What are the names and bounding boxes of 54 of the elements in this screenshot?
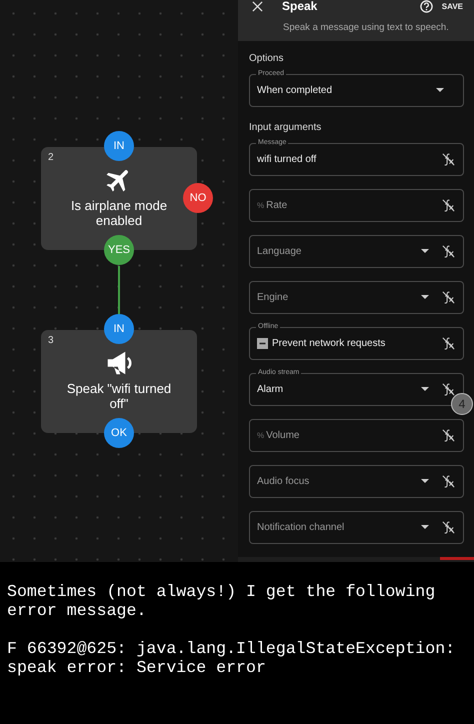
function-off-icon[interactable] xyxy=(441,428,456,443)
percent-prefix: % xyxy=(257,430,264,440)
node-title: Speak "wifi turned off" xyxy=(66,381,172,411)
field-placeholder: Engine xyxy=(257,292,288,303)
caret-icon xyxy=(421,479,429,484)
section-heading: Options xyxy=(249,52,284,64)
section-heading: Input arguments xyxy=(249,122,322,133)
function-off-icon[interactable] xyxy=(441,290,456,305)
function-off-icon[interactable] xyxy=(441,152,456,167)
caret-icon xyxy=(421,249,429,254)
help-icon[interactable] xyxy=(420,0,433,12)
checkbox-label: Prevent network requests xyxy=(272,338,386,349)
dropdown-field[interactable]: Notification channel xyxy=(249,510,464,544)
dropdown-field[interactable]: Engine xyxy=(249,280,464,314)
field-value: wifi turned off xyxy=(257,154,316,165)
post-text: Sometimes (not always!) I get the following error message. xyxy=(7,582,436,620)
panel-subtitle: Speak a message using text to speech. xyxy=(283,22,450,33)
function-off-icon[interactable] xyxy=(441,198,456,213)
port-button[interactable]: IN xyxy=(104,314,134,344)
port-button[interactable]: NO xyxy=(183,183,213,213)
field-placeholder: Audio focus xyxy=(257,476,310,487)
node-number: 2 xyxy=(48,152,54,163)
accent-bar xyxy=(440,556,474,560)
caret-icon xyxy=(421,387,429,392)
close-icon[interactable] xyxy=(252,0,263,12)
dropdown-field[interactable]: Language xyxy=(249,234,464,268)
caret-icon xyxy=(436,88,444,92)
checkbox[interactable] xyxy=(257,338,268,349)
node-number: 3 xyxy=(48,335,54,346)
save-button[interactable]: SAVE xyxy=(442,2,463,10)
port-button[interactable]: YES xyxy=(104,235,134,265)
caret-icon xyxy=(421,295,429,300)
port-button[interactable]: IN xyxy=(104,131,134,161)
field-placeholder: Notification channel xyxy=(257,522,344,533)
text-field[interactable]: % Volume xyxy=(249,418,464,452)
text-field[interactable]: % Rate xyxy=(249,188,464,222)
dropdown-field[interactable]: Audio focus xyxy=(249,464,464,498)
field-value: When completed xyxy=(257,84,332,96)
panel-title: Speak xyxy=(282,0,318,12)
function-off-icon[interactable] xyxy=(441,244,456,259)
field-value: Alarm xyxy=(257,384,284,395)
field-placeholder: Language xyxy=(257,246,302,257)
field-placeholder: Rate xyxy=(266,200,288,211)
field-placeholder: Volume xyxy=(266,430,300,441)
post-text: F 66392@625: java.lang.IllegalStateException: speak error: Service error xyxy=(7,639,456,677)
port-button[interactable]: OK xyxy=(104,418,134,448)
function-off-icon[interactable] xyxy=(441,474,456,489)
percent-prefix: % xyxy=(257,200,264,210)
function-off-icon[interactable] xyxy=(441,336,456,351)
count-badge: 4 xyxy=(451,392,473,415)
node-title: Is airplane mode enabled xyxy=(70,198,168,228)
function-off-icon[interactable] xyxy=(441,382,456,397)
caret-icon xyxy=(421,525,429,530)
function-off-icon[interactable] xyxy=(441,520,456,535)
